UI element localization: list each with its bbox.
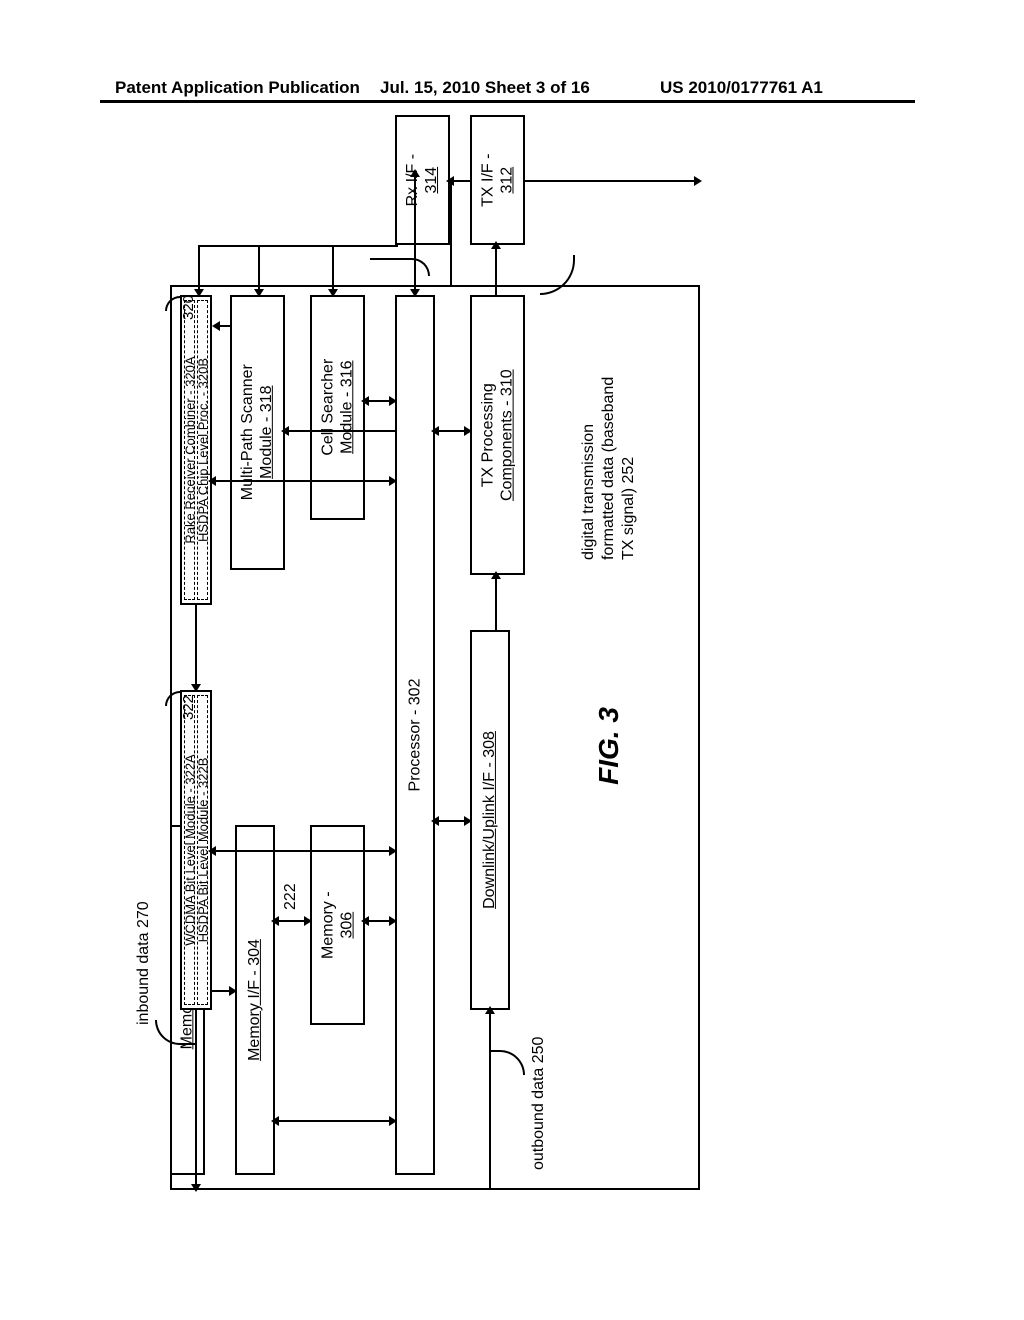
ref-322: 322 <box>180 695 197 720</box>
multipath-318: Multi-Path ScannerModule - 318 <box>230 295 285 570</box>
tx-processing-310: TX ProcessingComponents - 310 <box>470 295 525 575</box>
cell-searcher-316: Cell SearcherModule - 316 <box>310 295 365 520</box>
memory-306: Memory -306 <box>310 825 365 1025</box>
rx-if-314: Rx I/F -314 <box>395 115 450 245</box>
header-divider <box>100 100 915 103</box>
curve-rx <box>370 258 430 276</box>
digital-tx-l1: digital transmission <box>580 424 598 560</box>
processor-302: Processor - 302 <box>395 295 435 1175</box>
fig-label: FIG. 3 <box>593 707 625 785</box>
digital-tx-l3: TX signal) 252 <box>620 457 638 560</box>
ref-320: 320 <box>180 295 197 320</box>
outbound-data-label: outbound data 250 <box>530 1037 548 1170</box>
header-center: Jul. 15, 2010 Sheet 3 of 16 <box>380 78 590 98</box>
hsdpa-bit-322b: HSDPA Bit Level Module - 322B <box>197 695 208 1005</box>
header-left: Patent Application Publication <box>115 78 360 98</box>
downlink-uplink-308: Downlink/Uplink I/F - 308 <box>470 630 510 1010</box>
rake-320a: Rake Receiver Combiner - 320A <box>184 300 195 600</box>
wcdma-322a: WCDMA Bit Level Module - 322A <box>184 695 195 1005</box>
inbound-data-label: inbound data 270 <box>135 901 153 1025</box>
header-right: US 2010/0177761 A1 <box>660 78 823 98</box>
hsdpa-chip-320b: HSDPA Chip Level Proc. - 320B <box>197 300 208 600</box>
tx-if-312: TX I/F -312 <box>470 115 525 245</box>
digital-tx-l2: formatted data (baseband <box>600 377 618 560</box>
memory-if-304: Memory I/F - 304 <box>235 825 275 1175</box>
ref-222-label: 222 <box>282 883 300 910</box>
